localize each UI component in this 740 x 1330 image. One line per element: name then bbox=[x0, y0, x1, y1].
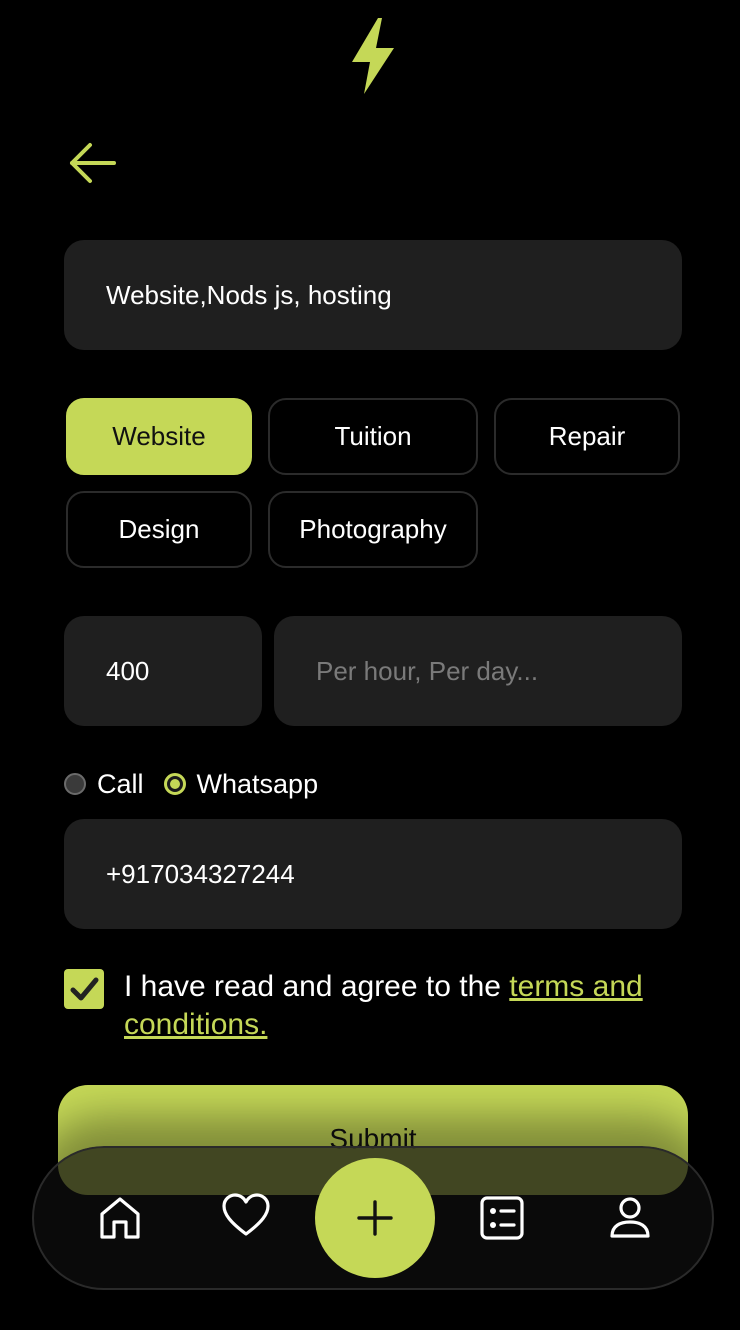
lightning-bolt-icon bbox=[352, 18, 394, 94]
checkmark-icon bbox=[70, 977, 99, 1001]
chip-website[interactable]: Website bbox=[66, 398, 252, 475]
rate-unit-input[interactable]: Per hour, Per day... bbox=[274, 616, 682, 726]
rate-unit-placeholder: Per hour, Per day... bbox=[316, 655, 539, 686]
contact-method-group: Call Whatsapp bbox=[64, 764, 338, 804]
price-input[interactable]: 400 bbox=[64, 616, 262, 726]
phone-input[interactable]: +917034327244 bbox=[64, 819, 682, 929]
radio-whatsapp-indicator[interactable] bbox=[163, 773, 186, 795]
chip-photography[interactable]: Photography bbox=[268, 491, 478, 568]
home-icon[interactable] bbox=[94, 1192, 146, 1244]
chip-repair[interactable]: Repair bbox=[494, 398, 680, 475]
radio-whatsapp[interactable]: Whatsapp bbox=[163, 768, 319, 800]
list-icon[interactable] bbox=[476, 1192, 528, 1244]
chip-tuition[interactable]: Tuition bbox=[268, 398, 478, 475]
add-button[interactable] bbox=[315, 1158, 435, 1278]
terms-text: I have read and agree to the terms and c… bbox=[124, 968, 644, 1044]
chip-design[interactable]: Design bbox=[66, 491, 252, 568]
radio-call-label: Call bbox=[97, 768, 144, 799]
terms-checkbox[interactable] bbox=[64, 969, 104, 1009]
back-button[interactable] bbox=[66, 140, 120, 186]
radio-whatsapp-label: Whatsapp bbox=[196, 768, 319, 799]
radio-call-indicator[interactable] bbox=[64, 773, 86, 795]
heart-icon[interactable] bbox=[220, 1190, 272, 1242]
price-input-value: 400 bbox=[106, 655, 150, 686]
skills-input-value: Website,Nods js, hosting bbox=[106, 279, 392, 310]
phone-input-value: +917034327244 bbox=[106, 858, 295, 889]
radio-call[interactable]: Call bbox=[64, 769, 144, 800]
user-icon[interactable] bbox=[604, 1192, 656, 1244]
arrow-left-icon bbox=[70, 143, 116, 183]
terms-text-prefix: I have read and agree to the bbox=[124, 970, 510, 1003]
plus-icon bbox=[357, 1200, 393, 1236]
skills-input[interactable]: Website,Nods js, hosting bbox=[64, 240, 682, 350]
